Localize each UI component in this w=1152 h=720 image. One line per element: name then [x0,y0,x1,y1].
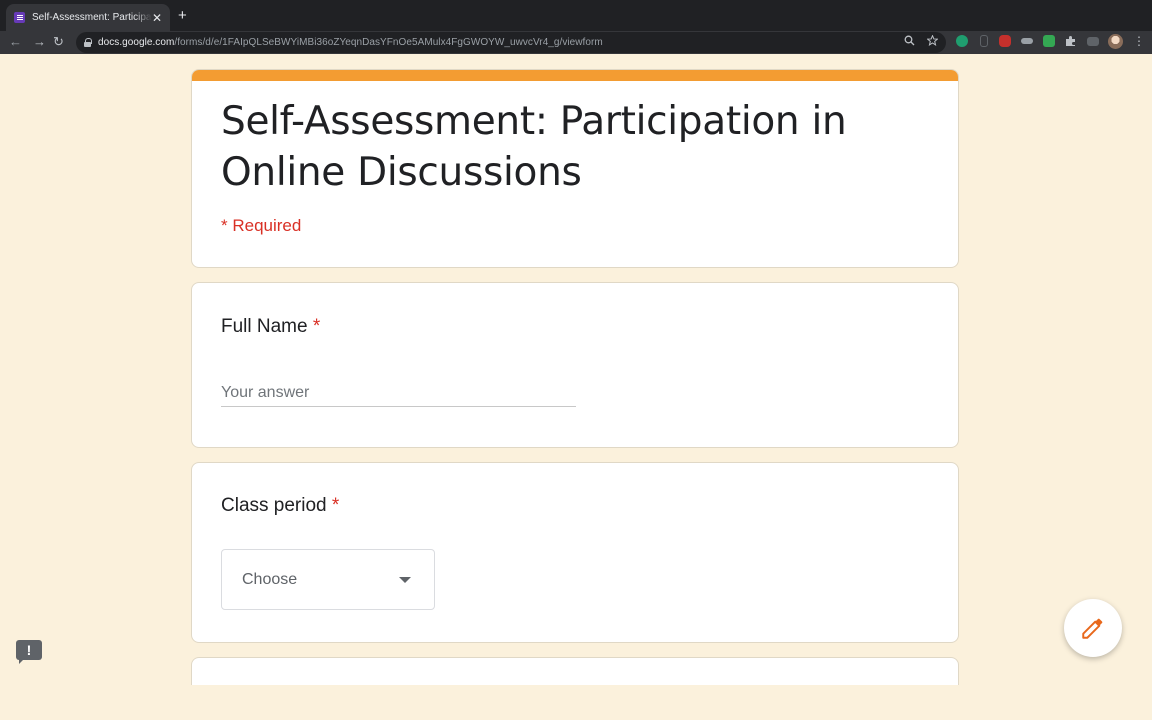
browser-toolbar: ← → ↻ docs.google.com/forms/d/e/1FAIpQLS… [0,31,1152,54]
forms-favicon-icon [14,12,25,23]
full-name-input[interactable] [221,379,576,407]
question-card-class-period: Class period * Choose [191,462,959,643]
menu-icon[interactable]: ⋮ [1133,34,1145,48]
extension-icon[interactable] [956,35,968,47]
required-asterisk: * [312,316,321,337]
extension-icon[interactable] [1087,37,1099,46]
required-asterisk: * [331,495,340,516]
forward-button[interactable]: → [33,34,46,50]
extension-icon[interactable] [980,35,988,47]
back-button[interactable]: ← [9,34,22,50]
question-label: Class period * [221,495,340,516]
page-bottom [0,685,1152,720]
dropdown-value: Choose [242,570,298,588]
form-title: Self-Assessment: Participation in Online… [221,99,847,195]
puzzle-icon[interactable] [1065,35,1077,47]
star-icon[interactable] [927,35,938,46]
feedback-icon: ! [16,640,42,660]
question-card-full-name: Full Name * [191,282,959,448]
caret-down-icon [399,577,411,583]
address-bar[interactable]: docs.google.com/forms/d/e/1FAIpQLSeBWYiM… [76,32,946,53]
required-note: * Required [221,216,302,235]
new-tab-button[interactable]: + [178,8,187,23]
pencil-icon [1082,618,1103,639]
header-accent-bar [192,70,958,81]
url-text: docs.google.com/forms/d/e/1FAIpQLSeBWYiM… [98,37,603,48]
tab-close-icon[interactable]: ✕ [152,12,162,24]
browser-tab[interactable]: Self-Assessment: Participation in Online… [6,4,170,31]
class-period-dropdown[interactable]: Choose [221,549,435,610]
avatar[interactable] [1108,34,1123,49]
lock-icon [84,38,92,47]
question-label: Full Name * [221,316,321,337]
search-icon[interactable] [904,35,915,46]
edit-response-button[interactable] [1064,599,1122,657]
browser-tab-bar: Self-Assessment: Participation in Online… [0,0,1152,31]
extension-icon[interactable] [1021,38,1033,44]
tab-title: Self-Assessment: Participation in Online… [32,12,152,23]
extension-icon[interactable] [1043,35,1055,47]
form-header-card: Self-Assessment: Participation in Online… [191,69,959,268]
reload-button[interactable]: ↻ [53,34,64,50]
report-feedback-button[interactable]: ! [16,640,42,664]
extension-icon[interactable] [999,35,1011,47]
